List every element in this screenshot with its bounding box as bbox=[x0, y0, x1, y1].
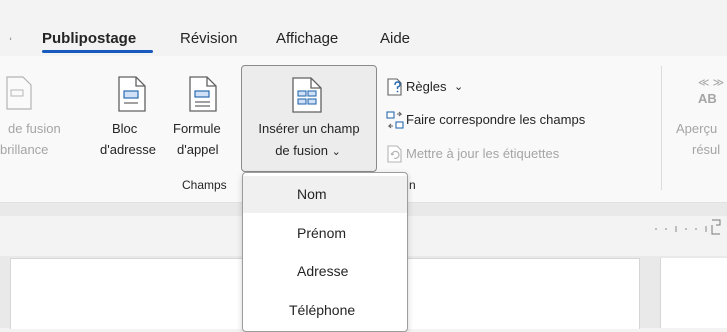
rules-button[interactable]: Règles ⌄ bbox=[386, 76, 516, 98]
chevron-down-icon: ⌄ bbox=[331, 146, 341, 158]
match-fields-button[interactable]: Faire correspondre les champs bbox=[386, 109, 646, 131]
highlight-merge-fields-button[interactable]: de fusion brillance bbox=[0, 70, 90, 180]
preview-arrows-icon: ≪ ≫ bbox=[698, 77, 725, 89]
ruler-ticks bbox=[655, 219, 721, 235]
document-page-next[interactable] bbox=[660, 258, 727, 328]
match-fields-label: Faire correspondre les champs bbox=[406, 112, 586, 127]
menu-item-prenom[interactable]: Prénom bbox=[243, 215, 407, 252]
greeting-line-icon bbox=[189, 76, 217, 112]
active-tab-indicator bbox=[42, 50, 153, 53]
button-label-line1: Insérer un champ bbox=[258, 121, 360, 136]
address-block-button[interactable]: Bloc d'adresse bbox=[100, 70, 166, 180]
button-label-line1: de fusion bbox=[8, 121, 61, 136]
button-label-line2: brillance bbox=[0, 142, 49, 157]
button-label-line2: d'adresse bbox=[100, 142, 156, 157]
update-labels-button[interactable]: Mettre à jour les étiquettes bbox=[386, 143, 636, 165]
button-label-line1: Formule bbox=[173, 121, 221, 136]
button-label-line2: de fusion bbox=[275, 143, 328, 158]
menu-item-label: Téléphone bbox=[289, 302, 356, 318]
rules-icon bbox=[387, 78, 402, 96]
update-labels-label: Mettre à jour les étiquettes bbox=[406, 146, 560, 161]
address-block-icon bbox=[118, 76, 146, 112]
merge-field-dropdown-menu: Nom Prénom Adresse Téléphone bbox=[242, 172, 408, 332]
button-label-line2: d'appel bbox=[177, 142, 219, 157]
update-labels-icon bbox=[387, 145, 402, 163]
merge-field-icon bbox=[292, 77, 322, 113]
button-label-line2-wrap: de fusion ⌄ bbox=[242, 140, 374, 163]
group-separator bbox=[661, 66, 662, 190]
match-fields-icon bbox=[386, 111, 404, 129]
tab-publipostage[interactable]: Publipostage bbox=[42, 30, 136, 47]
tab-overflow-fragment: ˓ bbox=[8, 28, 13, 45]
preview-label-line2: résul bbox=[692, 142, 721, 157]
group-label-champs: Champs bbox=[182, 178, 227, 192]
document-icon bbox=[6, 76, 32, 110]
group-label-fragment: n bbox=[409, 178, 416, 192]
tab-affichage[interactable]: Affichage bbox=[276, 30, 338, 47]
menu-item-nom[interactable]: Nom bbox=[243, 176, 407, 213]
menu-item-label: Adresse bbox=[297, 263, 349, 279]
chevron-down-icon: ⌄ bbox=[454, 81, 464, 93]
insert-merge-field-button[interactable]: Insérer un champ de fusion ⌄ bbox=[241, 65, 377, 172]
preview-results-button[interactable]: ≪ ≫ AB Aperçu résul bbox=[670, 70, 727, 180]
button-label-line1: Bloc bbox=[112, 121, 138, 136]
tab-aide[interactable]: Aide bbox=[380, 30, 410, 47]
menu-item-adresse[interactable]: Adresse bbox=[243, 253, 407, 290]
greeting-line-button[interactable]: Formule d'appel bbox=[171, 70, 237, 180]
rules-label: Règles bbox=[406, 79, 447, 94]
ribbon-tab-bar: ˓ Publipostage Révision Affichage Aide bbox=[0, 0, 727, 56]
tab-revision[interactable]: Révision bbox=[180, 30, 238, 47]
preview-label-line1: Aperçu bbox=[676, 121, 718, 136]
menu-item-label: Prénom bbox=[297, 225, 347, 241]
menu-item-telephone[interactable]: Téléphone bbox=[243, 292, 407, 329]
preview-abbr: AB bbox=[698, 91, 717, 106]
menu-item-label: Nom bbox=[297, 186, 327, 202]
